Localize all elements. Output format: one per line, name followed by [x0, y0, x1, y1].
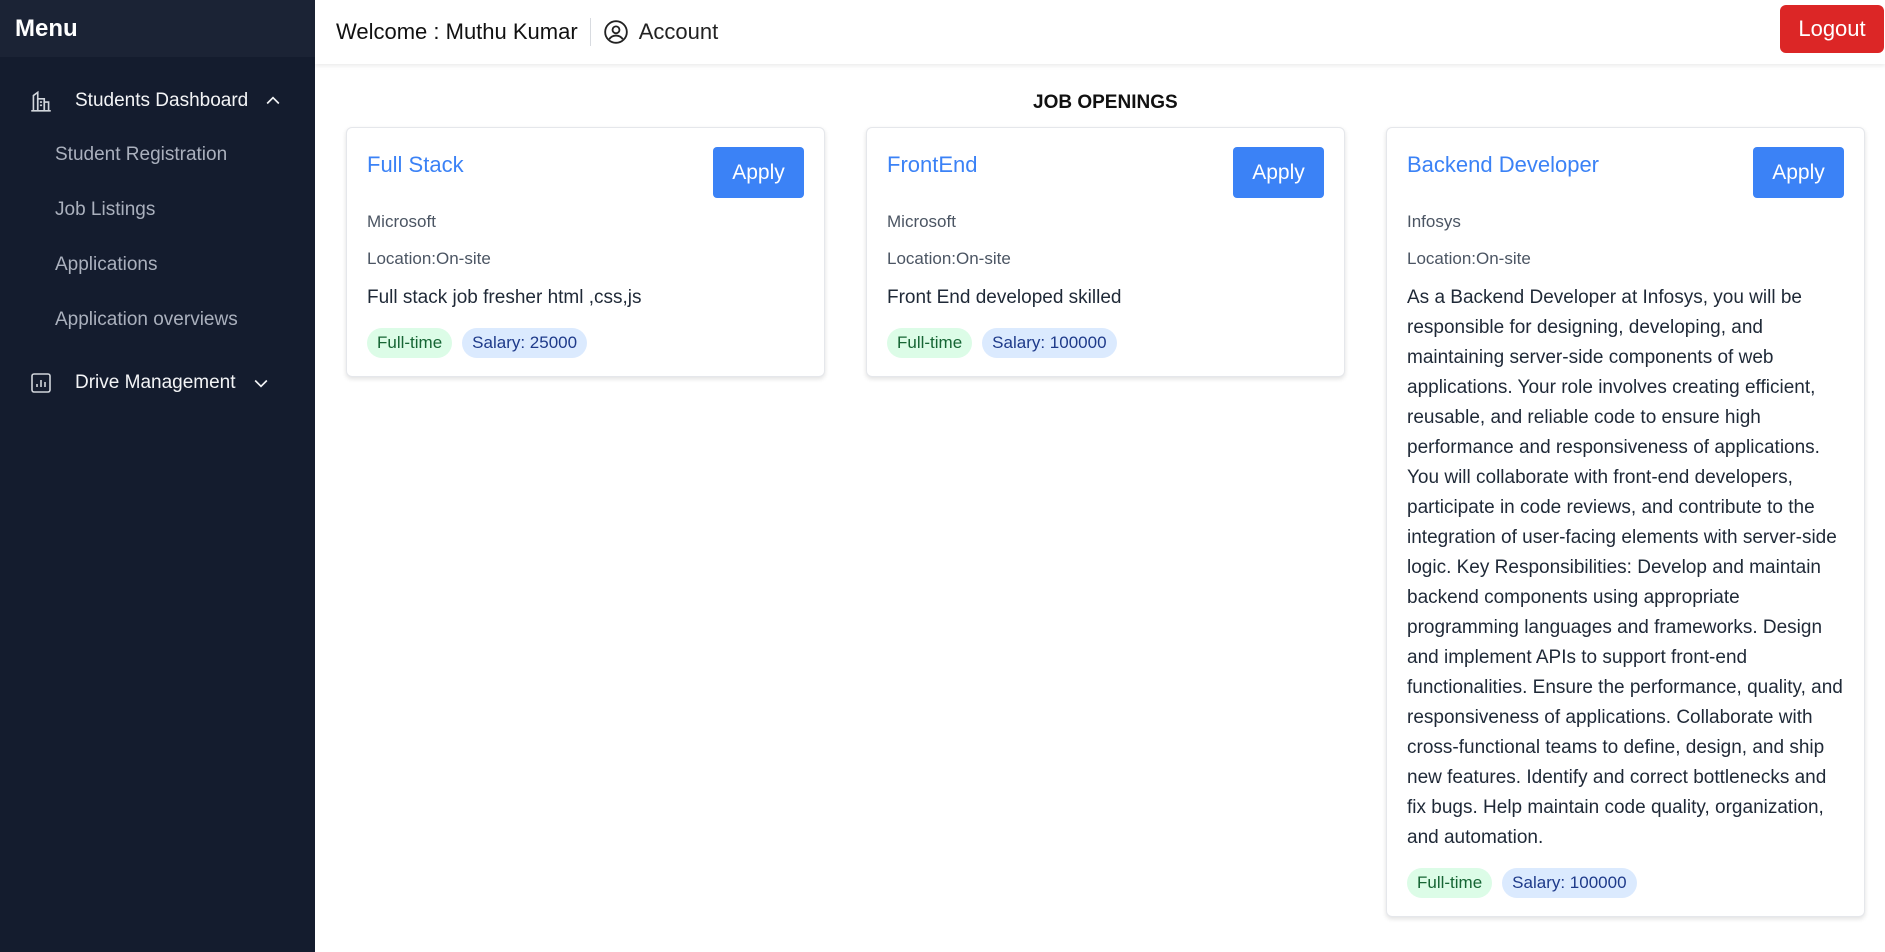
- top-bar: Welcome : Muthu Kumar Account Logout: [315, 0, 1885, 64]
- nav-group-label: Drive Management: [75, 372, 236, 393]
- job-tags: Full-time Salary: 25000: [367, 328, 804, 358]
- account-link[interactable]: Account: [603, 19, 719, 45]
- apply-button[interactable]: Apply: [1233, 147, 1324, 198]
- salary-badge: Salary: 100000: [1502, 868, 1637, 898]
- salary-badge: Salary: 25000: [462, 328, 588, 358]
- account-label: Account: [638, 19, 719, 44]
- sidebar: Menu Students Dashboard Student Registra…: [0, 0, 315, 952]
- job-location: Location:On-site: [367, 249, 491, 268]
- sidebar-item-job-listings[interactable]: Job Listings: [0, 182, 315, 237]
- job-type-badge: Full-time: [887, 328, 973, 358]
- chevron-down-icon: [250, 372, 272, 394]
- nav-group-drive-management[interactable]: Drive Management: [0, 363, 315, 403]
- job-title[interactable]: Full Stack: [367, 152, 464, 178]
- job-title[interactable]: Backend Developer: [1407, 152, 1599, 178]
- job-card-full-stack: Full Stack Apply Microsoft Location:On-s…: [346, 127, 825, 377]
- job-company: Microsoft: [367, 212, 436, 231]
- user-circle-icon: [603, 19, 629, 45]
- job-tags: Full-time Salary: 100000: [887, 328, 1324, 358]
- chevron-up-icon: [262, 90, 284, 112]
- apply-button[interactable]: Apply: [713, 147, 804, 198]
- job-description: Full stack job fresher html ,css,js: [367, 287, 642, 308]
- page-title: JOB OPENINGS: [1033, 92, 1178, 113]
- apply-button[interactable]: Apply: [1753, 147, 1844, 198]
- job-company: Infosys: [1407, 212, 1461, 231]
- job-card-frontend: FrontEnd Apply Microsoft Location:On-sit…: [866, 127, 1345, 377]
- job-location: Location:On-site: [887, 249, 1011, 268]
- job-card-backend-developer: Backend Developer Apply Infosys Location…: [1386, 127, 1865, 917]
- salary-badge: Salary: 100000: [982, 328, 1117, 358]
- menu-title: Menu: [15, 14, 78, 42]
- sidebar-item-application-overviews[interactable]: Application overviews: [0, 292, 315, 347]
- job-company: Microsoft: [887, 212, 956, 231]
- job-description: As a Backend Developer at Infosys, you w…: [1407, 287, 1843, 848]
- nav-group-students-dashboard[interactable]: Students Dashboard: [0, 81, 315, 121]
- welcome-text: Welcome : Muthu Kumar: [336, 19, 578, 44]
- job-title[interactable]: FrontEnd: [887, 152, 978, 178]
- students-dashboard-submenu: Student Registration Job Listings Applic…: [0, 121, 315, 363]
- sidebar-item-applications[interactable]: Applications: [0, 237, 315, 292]
- job-type-badge: Full-time: [367, 328, 453, 358]
- building-chart-icon: [27, 87, 55, 115]
- header-divider: [589, 18, 591, 46]
- job-tags: Full-time Salary: 100000: [1407, 868, 1844, 898]
- sidebar-item-student-registration[interactable]: Student Registration: [0, 127, 315, 182]
- sidebar-header: Menu: [0, 0, 315, 57]
- nav-group-label: Students Dashboard: [75, 90, 249, 111]
- sidebar-nav: Students Dashboard Student Registration …: [0, 57, 315, 403]
- bar-chart-icon: [27, 369, 55, 397]
- job-location: Location:On-site: [1407, 249, 1531, 268]
- logout-button[interactable]: Logout: [1780, 5, 1884, 53]
- job-description: Front End developed skilled: [887, 287, 1122, 308]
- job-type-badge: Full-time: [1407, 868, 1493, 898]
